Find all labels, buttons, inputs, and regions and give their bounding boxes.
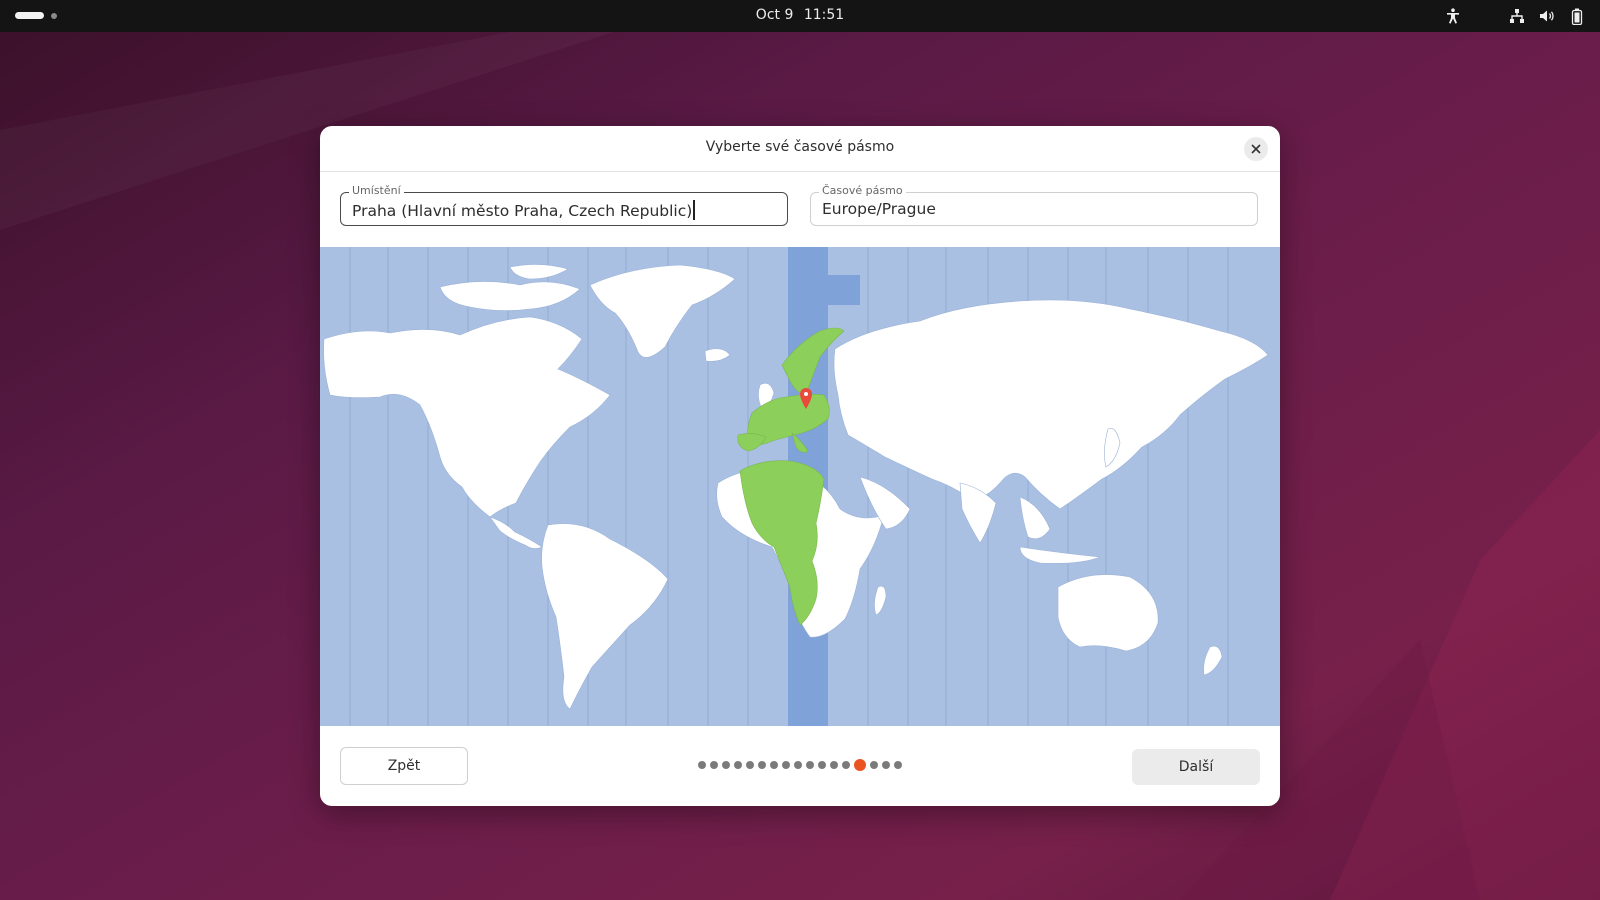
- system-tray[interactable]: [1444, 7, 1586, 25]
- step-dot: [842, 761, 850, 769]
- timezone-dialog: Vyberte své časové pásmo Umístění Praha …: [320, 126, 1280, 806]
- location-input[interactable]: Praha (Hlavní město Praha, Czech Republi…: [352, 202, 692, 220]
- step-dot: [710, 761, 718, 769]
- step-dot: [734, 761, 742, 769]
- step-dot: [830, 761, 838, 769]
- step-dot: [698, 761, 706, 769]
- clock[interactable]: Oct 9 11:51: [0, 7, 1600, 23]
- network-icon[interactable]: [1508, 7, 1526, 25]
- step-dot: [870, 761, 878, 769]
- timezone-field[interactable]: Časové pásmo Europe/Prague: [810, 184, 1258, 226]
- timezone-input[interactable]: Europe/Prague: [822, 200, 936, 218]
- timezone-label: Časové pásmo: [819, 184, 906, 198]
- location-label: Umístění: [349, 184, 404, 198]
- close-button[interactable]: [1244, 137, 1268, 161]
- top-bar: Oct 9 11:51: [0, 0, 1600, 32]
- battery-icon[interactable]: [1568, 7, 1586, 25]
- dialog-header: Vyberte své časové pásmo: [320, 126, 1280, 172]
- volume-icon[interactable]: [1538, 7, 1556, 25]
- step-dot: [758, 761, 766, 769]
- step-dot: [770, 761, 778, 769]
- timezone-map[interactable]: [320, 247, 1280, 726]
- step-dot: [722, 761, 730, 769]
- step-dot: [882, 761, 890, 769]
- step-dot: [806, 761, 814, 769]
- step-dot: [746, 761, 754, 769]
- step-dot: [782, 761, 790, 769]
- close-icon: [1251, 144, 1261, 154]
- text-caret: [693, 200, 695, 220]
- location-field[interactable]: Umístění Praha (Hlavní město Praha, Czec…: [340, 184, 788, 226]
- dialog-title: Vyberte své časové pásmo: [705, 139, 895, 155]
- clock-date: Oct 9: [755, 7, 794, 23]
- step-dot: [894, 761, 902, 769]
- clock-time: 11:51: [803, 7, 845, 23]
- accessibility-icon[interactable]: [1444, 7, 1462, 25]
- step-dot-current: [854, 759, 866, 771]
- next-button[interactable]: Další: [1132, 749, 1260, 785]
- step-dot: [818, 761, 826, 769]
- step-dot: [794, 761, 802, 769]
